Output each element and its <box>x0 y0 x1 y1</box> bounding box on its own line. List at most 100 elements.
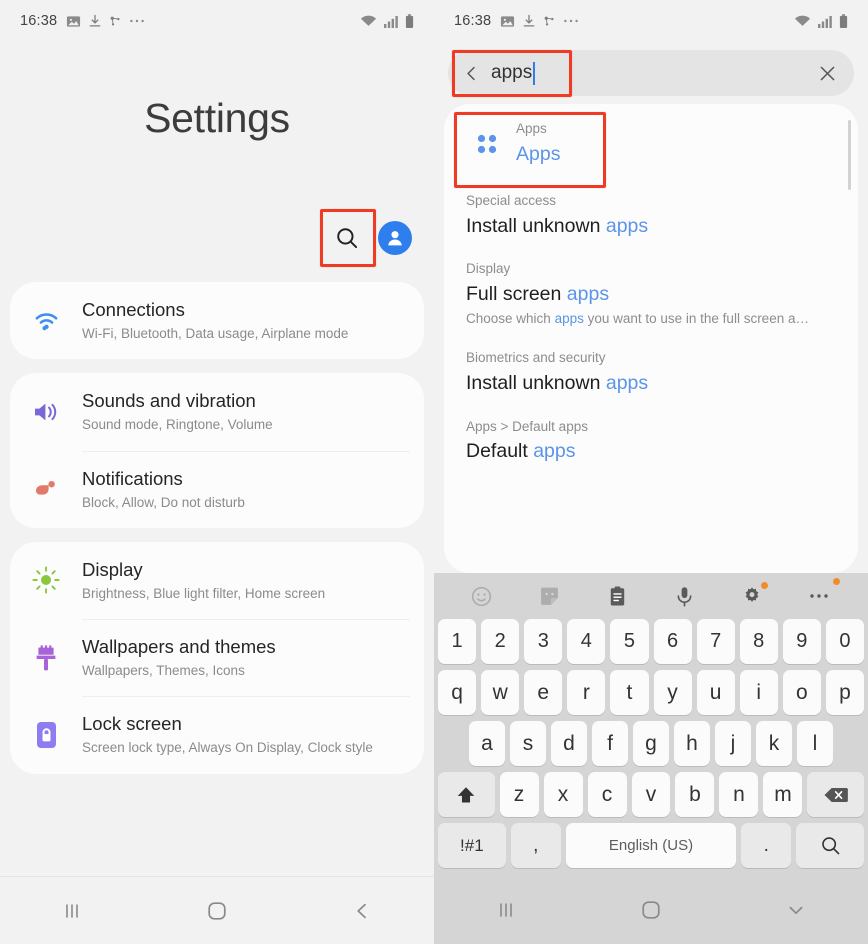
search-input[interactable]: apps <box>491 61 807 85</box>
search-results-list: Apps Apps Special access Install unknown… <box>444 104 858 573</box>
recents-icon[interactable] <box>32 891 112 931</box>
search-result-apps[interactable]: Apps Apps <box>444 108 858 188</box>
key-a[interactable]: a <box>469 721 505 766</box>
result-title: Full screen apps <box>466 280 836 308</box>
back-icon[interactable] <box>322 891 402 931</box>
sidebar-item-notifications[interactable]: Notifications Block, Allow, Do not distu… <box>10 450 424 528</box>
key-1[interactable]: 1 <box>438 619 477 664</box>
space-key[interactable]: English (US) <box>565 823 737 868</box>
clipboard-icon[interactable] <box>597 576 637 616</box>
key-k[interactable]: k <box>756 721 792 766</box>
microphone-icon[interactable] <box>665 576 705 616</box>
key-g[interactable]: g <box>633 721 669 766</box>
download-icon <box>522 14 536 28</box>
more-icon <box>563 18 579 24</box>
search-result-install-unknown-apps-special-access[interactable]: Special access Install unknown apps <box>444 178 858 246</box>
image-icon <box>500 14 515 29</box>
result-title-prefix: Install unknown <box>466 372 606 395</box>
key-0[interactable]: 0 <box>825 619 864 664</box>
result-title-match: apps <box>566 283 610 306</box>
sticker-icon[interactable] <box>529 576 569 616</box>
key-7[interactable]: 7 <box>696 619 735 664</box>
more-icon <box>129 18 145 24</box>
key-comma[interactable]: , <box>510 823 561 868</box>
row-spacer <box>438 721 464 766</box>
home-icon[interactable] <box>611 890 691 930</box>
key-x[interactable]: x <box>543 772 583 817</box>
recents-icon[interactable] <box>466 890 546 930</box>
key-t[interactable]: t <box>610 670 649 715</box>
sidebar-item-wallpapers-and-themes[interactable]: Wallpapers and themes Wallpapers, Themes… <box>10 619 424 696</box>
key-o[interactable]: o <box>782 670 821 715</box>
key-j[interactable]: j <box>715 721 751 766</box>
key-c[interactable]: c <box>587 772 627 817</box>
key-u[interactable]: u <box>696 670 735 715</box>
sidebar-item-display[interactable]: Display Brightness, Blue light filter, H… <box>10 542 424 619</box>
keyboard-settings-icon[interactable] <box>732 576 772 616</box>
symbols-key[interactable]: !#1 <box>438 823 506 868</box>
sidebar-item-subtitle: Wallpapers, Themes, Icons <box>82 663 245 679</box>
sidebar-item-lock-screen[interactable]: Lock screen Screen lock type, Always On … <box>10 696 424 773</box>
key-period[interactable]: . <box>741 823 792 868</box>
key-i[interactable]: i <box>739 670 778 715</box>
key-z[interactable]: z <box>499 772 539 817</box>
status-time: 16:38 <box>454 13 492 29</box>
key-l[interactable]: l <box>797 721 833 766</box>
search-result-default-apps[interactable]: Apps > Default apps Default apps <box>444 404 858 472</box>
key-9[interactable]: 9 <box>782 619 821 664</box>
dots-connect-icon <box>109 15 122 28</box>
search-key[interactable] <box>796 823 865 868</box>
key-4[interactable]: 4 <box>567 619 606 664</box>
result-category: Display <box>466 261 511 277</box>
person-icon <box>388 231 402 246</box>
emoji-icon[interactable] <box>462 576 502 616</box>
key-y[interactable]: y <box>653 670 692 715</box>
key-h[interactable]: h <box>674 721 710 766</box>
row-text: Lock screen Screen lock type, Always On … <box>82 712 424 757</box>
left-phone-screen: 16:38 Settings Connections Wi-Fi, Blueto… <box>0 0 434 944</box>
key-b[interactable]: b <box>675 772 715 817</box>
search-result-full-screen-apps[interactable]: Display Full screen apps Choose which ap… <box>444 246 858 335</box>
key-q[interactable]: q <box>438 670 477 715</box>
close-icon[interactable] <box>817 63 838 84</box>
shift-icon[interactable] <box>438 772 495 817</box>
search-bar-area: apps <box>434 42 868 104</box>
keyboard-row-bottom: z x c v b n m <box>434 772 868 823</box>
key-s[interactable]: s <box>510 721 546 766</box>
back-chevron-icon[interactable] <box>462 64 481 83</box>
result-category: Biometrics and security <box>466 350 606 366</box>
key-e[interactable]: e <box>524 670 563 715</box>
home-icon[interactable] <box>177 891 257 931</box>
key-w[interactable]: w <box>481 670 520 715</box>
result-category: Apps > Default apps <box>466 418 588 434</box>
hide-keyboard-icon[interactable] <box>756 890 836 930</box>
result-sub-prefix: Choose which <box>466 311 555 327</box>
key-6[interactable]: 6 <box>653 619 692 664</box>
key-f[interactable]: f <box>592 721 628 766</box>
key-r[interactable]: r <box>567 670 606 715</box>
key-v[interactable]: v <box>631 772 671 817</box>
avatar[interactable] <box>378 221 412 255</box>
lock-icon <box>10 720 82 750</box>
image-icon <box>66 14 81 29</box>
key-d[interactable]: d <box>551 721 587 766</box>
key-n[interactable]: n <box>719 772 759 817</box>
key-5[interactable]: 5 <box>610 619 649 664</box>
brightness-sun-icon <box>10 565 82 595</box>
settings-group: Connections Wi-Fi, Bluetooth, Data usage… <box>10 282 424 360</box>
search-bar[interactable]: apps <box>448 50 854 96</box>
key-3[interactable]: 3 <box>524 619 563 664</box>
dots-connect-icon <box>543 15 556 28</box>
sidebar-item-connections[interactable]: Connections Wi-Fi, Bluetooth, Data usage… <box>10 282 424 359</box>
search-result-install-unknown-apps-biometrics[interactable]: Biometrics and security Install unknown … <box>444 335 858 403</box>
search-button[interactable] <box>320 209 376 267</box>
backspace-icon[interactable] <box>807 772 864 817</box>
sidebar-item-subtitle: Block, Allow, Do not disturb <box>82 494 245 510</box>
key-p[interactable]: p <box>825 670 864 715</box>
apps-grid-icon <box>458 131 516 157</box>
key-8[interactable]: 8 <box>739 619 778 664</box>
sidebar-item-sounds-and-vibration[interactable]: Sounds and vibration Sound mode, Rington… <box>10 373 424 450</box>
key-m[interactable]: m <box>763 772 803 817</box>
more-options-icon[interactable] <box>800 576 841 616</box>
key-2[interactable]: 2 <box>481 619 520 664</box>
